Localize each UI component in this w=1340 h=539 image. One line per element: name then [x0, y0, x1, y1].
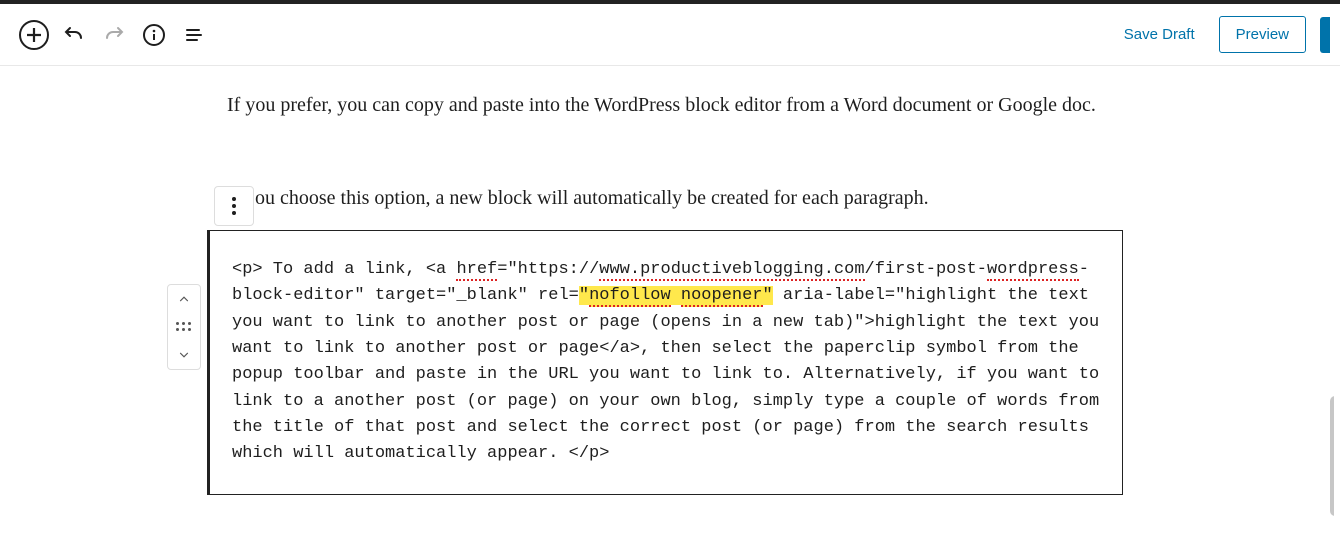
- undo-icon: [62, 23, 86, 47]
- toolbar-left-group: [14, 15, 214, 55]
- vertical-scrollbar[interactable]: [1330, 396, 1334, 516]
- redo-icon: [102, 23, 126, 47]
- list-view-icon: [182, 23, 206, 47]
- move-down-button[interactable]: [168, 341, 200, 369]
- list-view-button[interactable]: [174, 15, 214, 55]
- block-options-button[interactable]: [214, 186, 254, 226]
- html-code-block[interactable]: <p> To add a link, <a href="https://www.…: [207, 230, 1123, 495]
- move-up-button[interactable]: [168, 285, 200, 313]
- redo-button[interactable]: [94, 15, 134, 55]
- add-block-icon: [19, 20, 49, 50]
- chevron-up-icon: [177, 292, 191, 306]
- selected-block-wrap: ou choose this option, a new block will …: [207, 190, 1123, 495]
- preview-button[interactable]: Preview: [1219, 16, 1306, 53]
- drag-handle[interactable]: [168, 313, 200, 341]
- drag-icon: [176, 322, 192, 332]
- info-icon: [142, 23, 166, 47]
- add-block-button[interactable]: [14, 15, 54, 55]
- undo-button[interactable]: [54, 15, 94, 55]
- paragraph-block-2-partial[interactable]: ou choose this option, a new block will …: [255, 187, 929, 210]
- toolbar-right-group: Save Draft Preview: [1114, 16, 1330, 53]
- block-mover: [167, 284, 201, 370]
- editor-canvas[interactable]: If you prefer, you can copy and paste in…: [6, 66, 1334, 533]
- save-draft-button[interactable]: Save Draft: [1114, 18, 1205, 51]
- content-info-button[interactable]: [134, 15, 174, 55]
- chevron-down-icon: [177, 348, 191, 362]
- editor-toolbar: Save Draft Preview: [0, 4, 1340, 66]
- more-icon: [232, 197, 236, 215]
- paragraph-block-1[interactable]: If you prefer, you can copy and paste in…: [227, 90, 1097, 121]
- publish-button-edge[interactable]: [1320, 17, 1330, 53]
